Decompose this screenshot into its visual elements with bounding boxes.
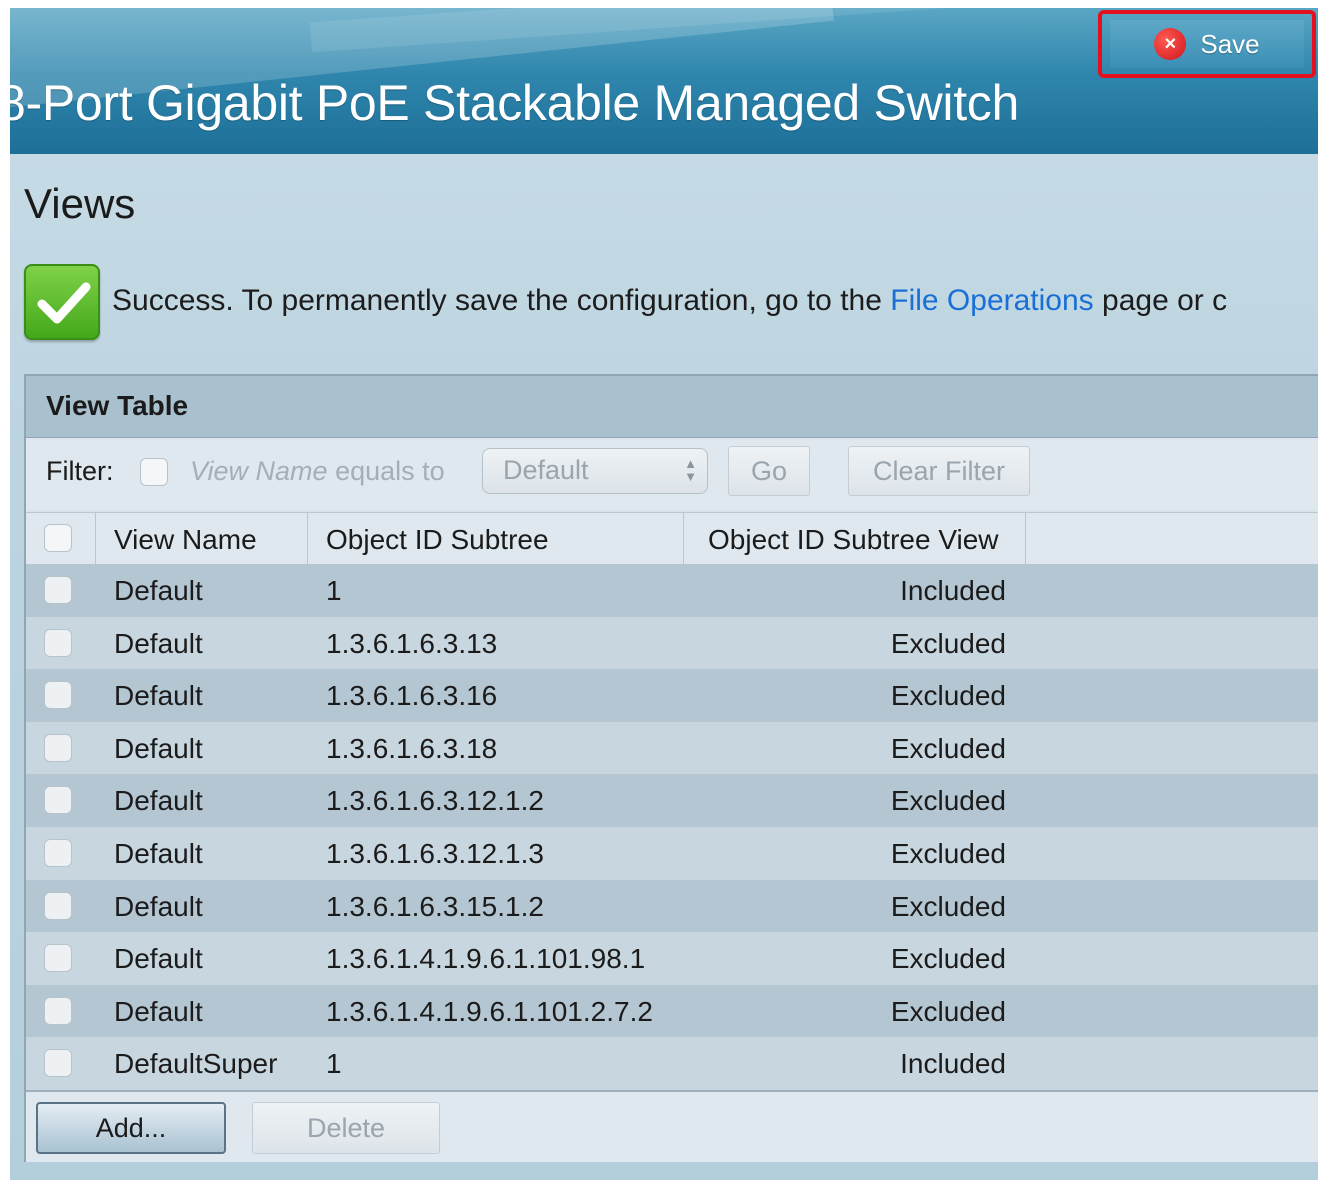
cell-object-id-subtree: 1.3.6.1.6.3.16 <box>326 680 498 712</box>
cell-view-name: DefaultSuper <box>114 1048 278 1080</box>
filter-description: View Name equals to <box>190 456 445 487</box>
cell-view-name: Default <box>114 995 203 1027</box>
cell-object-id-subtree: 1.3.6.1.4.1.9.6.1.101.98.1 <box>326 943 646 975</box>
select-all-checkbox[interactable] <box>44 524 72 552</box>
cell-subtree-view: Excluded <box>890 995 1006 1027</box>
row-checkbox[interactable] <box>44 733 72 762</box>
save-highlight-box: × Save <box>1098 10 1316 78</box>
header-banner: 8-Port Gigabit PoE Stackable Managed Swi… <box>10 8 1318 154</box>
delete-button[interactable]: Delete <box>252 1102 440 1154</box>
view-table-header: View Table <box>26 376 1318 438</box>
table-row[interactable]: Default 1.3.6.1.6.3.12.1.3 Excluded <box>26 826 1318 880</box>
table-row[interactable]: DefaultSuper 1 Included <box>26 1037 1318 1090</box>
cell-subtree-view: Excluded <box>890 627 1006 659</box>
cell-subtree-view: Excluded <box>890 943 1006 975</box>
view-table-title: View Table <box>46 390 189 421</box>
table-row[interactable]: Default 1.3.6.1.6.3.12.1.2 Excluded <box>26 774 1318 827</box>
cell-object-id-subtree: 1.3.6.1.6.3.18 <box>326 732 498 764</box>
cell-subtree-view: Included <box>900 575 1006 606</box>
cell-subtree-view: Excluded <box>890 837 1006 869</box>
save-label: Save <box>1200 28 1260 59</box>
row-checkbox[interactable] <box>44 891 72 920</box>
cell-object-id-subtree: 1.3.6.1.6.3.12.1.3 <box>326 837 544 869</box>
cell-view-name: Default <box>114 943 203 975</box>
filter-label: Filter: <box>46 456 114 486</box>
filter-row: Filter: View Name equals to Default ▲ ▼ G… <box>26 438 1318 510</box>
cell-view-name: Default <box>114 837 203 869</box>
row-checkbox[interactable] <box>44 944 72 973</box>
cell-view-name: Default <box>114 680 203 712</box>
go-button[interactable]: Go <box>728 446 810 496</box>
cell-subtree-view: Excluded <box>890 732 1006 764</box>
cell-view-name: Default <box>114 732 203 764</box>
success-text-before: Success. To permanently save the configu… <box>112 284 891 317</box>
cell-object-id-subtree: 1.3.6.1.6.3.15.1.2 <box>326 890 544 922</box>
table-footer: Add... Delete <box>26 1090 1318 1162</box>
column-header-object-id-subtree[interactable]: Object ID Subtree <box>308 513 684 565</box>
row-checkbox[interactable] <box>44 996 72 1025</box>
filter-view-name-select[interactable]: Default ▲ ▼ <box>482 448 708 494</box>
cell-object-id-subtree: 1.3.6.1.6.3.12.1.2 <box>326 785 544 817</box>
table-row[interactable]: Default 1.3.6.1.6.3.18 Excluded <box>26 721 1318 775</box>
error-x-icon: × <box>1154 28 1187 60</box>
row-checkbox[interactable] <box>44 576 72 604</box>
cell-object-id-subtree: 1.3.6.1.4.1.9.6.1.101.2.7.2 <box>326 995 653 1027</box>
cell-subtree-view: Excluded <box>890 785 1006 817</box>
success-message: Success. To permanently save the configu… <box>112 284 1227 318</box>
table-row[interactable]: Default 1.3.6.1.6.3.13 Excluded <box>26 616 1318 670</box>
cell-object-id-subtree: 1.3.6.1.6.3.13 <box>326 627 498 659</box>
table-row[interactable]: Default 1.3.6.1.4.1.9.6.1.101.2.7.2 Excl… <box>26 984 1318 1038</box>
cell-subtree-view: Excluded <box>890 680 1006 712</box>
filter-field: View Name <box>190 456 328 486</box>
table-row[interactable]: Default 1 Included <box>26 564 1318 617</box>
save-button[interactable]: × Save <box>1110 20 1304 68</box>
cell-object-id-subtree: 1 <box>326 575 342 606</box>
filter-checkbox[interactable] <box>140 458 168 486</box>
column-header-view-name[interactable]: View Name <box>96 513 308 565</box>
clear-filter-button[interactable]: Clear Filter <box>848 446 1030 496</box>
row-checkbox[interactable] <box>44 628 72 657</box>
row-checkbox[interactable] <box>44 838 72 867</box>
cell-view-name: Default <box>114 785 203 817</box>
filter-select-value: Default <box>503 455 589 485</box>
cell-object-id-subtree: 1 <box>326 1048 342 1080</box>
page-title: Views <box>24 180 136 227</box>
table-row[interactable]: Default 1.3.6.1.4.1.9.6.1.101.98.1 Exclu… <box>26 932 1318 985</box>
column-header-object-id-subtree-view[interactable]: Object ID Subtree View <box>684 513 1026 565</box>
cell-view-name: Default <box>114 890 203 922</box>
cell-view-name: Default <box>114 575 203 606</box>
row-checkbox[interactable] <box>44 1049 72 1078</box>
view-table-panel: View Table Filter: View Name equals to D… <box>24 374 1318 1162</box>
table-body: Default 1 Included Default 1.3.6.1.6.3.1… <box>26 564 1318 1090</box>
add-button[interactable]: Add... <box>36 1102 226 1154</box>
device-title: 8-Port Gigabit PoE Stackable Managed Swi… <box>10 75 1019 131</box>
cell-subtree-view: Included <box>900 1048 1006 1080</box>
filter-operator: equals to <box>335 456 445 486</box>
cell-view-name: Default <box>114 627 203 659</box>
checkmark-icon <box>24 264 100 340</box>
app-frame: 8-Port Gigabit PoE Stackable Managed Swi… <box>10 8 1318 1180</box>
select-all-cell <box>26 513 96 565</box>
row-checkbox[interactable] <box>44 681 72 710</box>
cell-subtree-view: Excluded <box>890 890 1006 922</box>
select-arrows-icon: ▲ ▼ <box>684 456 697 484</box>
row-checkbox[interactable] <box>44 786 72 815</box>
success-text-after: page or c <box>1093 284 1228 317</box>
table-row[interactable]: Default 1.3.6.1.6.3.16 Excluded <box>26 669 1318 722</box>
file-operations-link[interactable]: File Operations <box>890 284 1093 317</box>
table-header-row: View Name Object ID Subtree Object ID Su… <box>26 512 1318 565</box>
table-row[interactable]: Default 1.3.6.1.6.3.15.1.2 Excluded <box>26 879 1318 933</box>
